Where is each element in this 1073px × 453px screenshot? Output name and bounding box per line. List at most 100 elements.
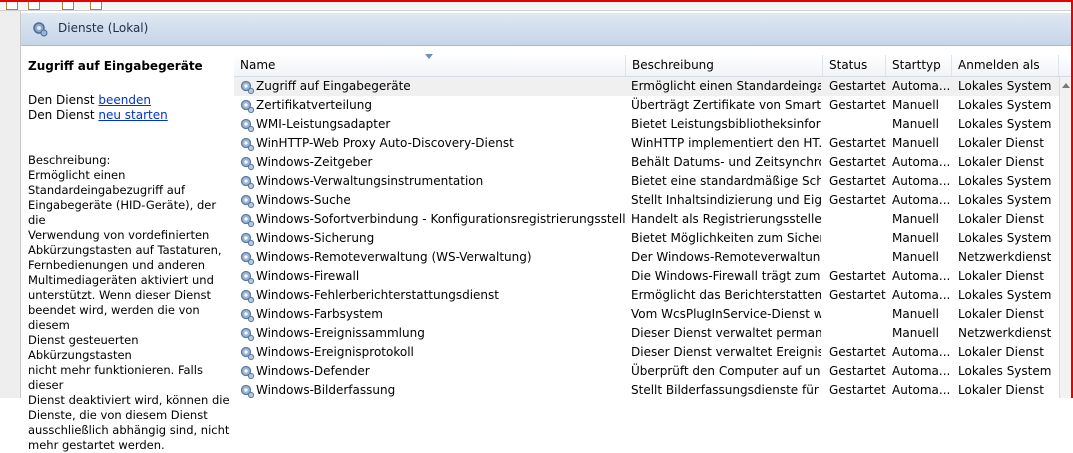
service-logon-as: Lokaler Dienst bbox=[958, 269, 1044, 283]
service-description-cell: Die Windows-Firewall trägt zum S... bbox=[631, 269, 821, 283]
service-logon-as: Netzwerkdienst bbox=[958, 250, 1052, 264]
service-status: Gestartet bbox=[829, 269, 886, 283]
service-gear-icon bbox=[240, 270, 255, 285]
service-description-cell: Der Windows-Remoteverwaltungsd... bbox=[631, 250, 821, 264]
scroll-up-arrow-icon[interactable] bbox=[1062, 83, 1070, 88]
service-description-cell: Ermöglicht das Berichterstatten ü... bbox=[631, 288, 821, 302]
service-row[interactable]: Windows-Verwaltungsinstrumentation Bietet… bbox=[234, 172, 1059, 191]
service-row[interactable]: Zertifikatverteilung Überträgt Zertifikat… bbox=[234, 96, 1059, 115]
column-header-status[interactable]: Status bbox=[823, 55, 886, 76]
restart-prefix: Den Dienst bbox=[28, 108, 99, 122]
service-row[interactable]: Windows-Farbsystem Vom WcsPlugInService-D… bbox=[234, 305, 1059, 324]
service-name: Zugriff auf Eingabegeräte bbox=[256, 79, 411, 93]
service-status: Gestartet bbox=[829, 136, 886, 150]
service-description-cell: Behält Datums- und Zeitsynchro... bbox=[631, 155, 821, 169]
service-description-cell: Stellt Bilderfassungsdienste für Sc... bbox=[631, 383, 821, 397]
service-name: WinHTTP-Web Proxy Auto-Discovery-Dienst bbox=[256, 136, 514, 150]
service-startup-type: Automa... bbox=[892, 345, 951, 359]
services-title: Dienste (Lokal) bbox=[58, 21, 149, 35]
service-name: WMI-Leistungsadapter bbox=[256, 117, 391, 131]
service-gear-icon bbox=[240, 289, 255, 304]
service-status: Gestartet bbox=[829, 345, 886, 359]
service-row[interactable]: Windows-Sicherung Bietet Möglichkeiten zu… bbox=[234, 229, 1059, 248]
console-tree-edge bbox=[0, 11, 21, 398]
service-logon-as: Lokaler Dienst bbox=[958, 345, 1044, 359]
service-name: Windows-Defender bbox=[256, 364, 370, 378]
column-header-logon[interactable]: Anmelden als bbox=[952, 55, 1059, 76]
service-description-cell: Bietet Leistungsbibliotheksinform... bbox=[631, 117, 821, 131]
service-description-cell: Stellt Inhaltsindizierung und Eige... bbox=[631, 193, 821, 207]
service-name: Windows-Bilderfassung bbox=[256, 383, 396, 397]
service-row[interactable]: WinHTTP-Web Proxy Auto-Discovery-Dienst W… bbox=[234, 134, 1059, 153]
service-row[interactable]: Windows-Suche Stellt Inhaltsindizierung u… bbox=[234, 191, 1059, 210]
service-row[interactable]: WMI-Leistungsadapter Bietet Leistungsbibl… bbox=[234, 115, 1059, 134]
service-logon-as: Lokales System bbox=[958, 193, 1052, 207]
sort-arrow-icon bbox=[425, 54, 433, 59]
restart-service-line: Den Dienst neu starten bbox=[28, 108, 168, 123]
toolbar-icon[interactable] bbox=[28, 2, 40, 10]
service-logon-as: Lokaler Dienst bbox=[958, 155, 1044, 169]
service-startup-type: Manuell bbox=[892, 250, 939, 264]
service-name: Windows-Farbsystem bbox=[256, 307, 383, 321]
service-startup-type: Manuell bbox=[892, 212, 939, 226]
service-status: Gestartet bbox=[829, 174, 886, 188]
service-logon-as: Lokaler Dienst bbox=[958, 136, 1044, 150]
service-logon-as: Lokales System bbox=[958, 79, 1052, 93]
service-gear-icon bbox=[240, 137, 255, 152]
service-description-cell: Bietet eine standardmäßige Schni... bbox=[631, 174, 821, 188]
column-header-startup[interactable]: Starttyp bbox=[886, 55, 952, 76]
service-name: Windows-Suche bbox=[256, 193, 351, 207]
service-status: Gestartet bbox=[829, 364, 886, 378]
service-row[interactable]: Windows-Defender Überprüft den Computer a… bbox=[234, 362, 1059, 381]
service-startup-type: Automa... bbox=[892, 383, 951, 397]
service-row[interactable]: Windows-Remoteverwaltung (WS-Verwaltung)… bbox=[234, 248, 1059, 267]
service-name: Windows-Remoteverwaltung (WS-Verwaltung) bbox=[256, 250, 532, 264]
services-gear-icon bbox=[33, 22, 48, 37]
service-row[interactable]: Windows-Ereignisprotokoll Dieser Dienst v… bbox=[234, 343, 1059, 362]
service-row[interactable]: Windows-Fehlerberichterstattungsdienst Er… bbox=[234, 286, 1059, 305]
service-gear-icon bbox=[240, 251, 255, 266]
service-description-cell: WinHTTP implementiert den HT... bbox=[631, 136, 821, 150]
service-gear-icon bbox=[240, 118, 255, 133]
service-logon-as: Lokaler Dienst bbox=[958, 307, 1044, 321]
service-row[interactable]: Windows-Firewall Die Windows-Firewall trä… bbox=[234, 267, 1059, 286]
service-row[interactable]: Windows-Ereignissammlung Dieser Dienst ve… bbox=[234, 324, 1059, 343]
service-status: Gestartet bbox=[829, 383, 886, 397]
service-row[interactable]: Windows-Zeitgeber Behält Datums- und Zeit… bbox=[234, 153, 1059, 172]
stop-service-link[interactable]: beenden bbox=[98, 93, 151, 107]
service-description-cell: Bietet Möglichkeiten zum Sichern... bbox=[631, 231, 821, 245]
service-gear-icon bbox=[240, 175, 255, 190]
service-gear-icon bbox=[240, 80, 255, 95]
service-row[interactable]: Zugriff auf Eingabegeräte Ermöglicht eine… bbox=[234, 77, 1059, 96]
restart-service-link[interactable]: neu starten bbox=[98, 108, 167, 122]
service-status: Gestartet bbox=[829, 98, 886, 112]
service-name: Windows-Sicherung bbox=[256, 231, 375, 245]
service-gear-icon bbox=[240, 346, 255, 361]
service-name: Windows-Verwaltungsinstrumentation bbox=[256, 174, 484, 188]
toolbar-icon[interactable] bbox=[90, 2, 102, 10]
stop-service-line: Den Dienst beenden bbox=[28, 93, 151, 108]
service-status: Gestartet bbox=[829, 155, 886, 169]
service-logon-as: Netzwerkdienst bbox=[958, 326, 1052, 340]
service-name: Windows-Sofortverbindung - Konfiguration… bbox=[256, 212, 626, 226]
service-logon-as: Lokales System bbox=[958, 174, 1052, 188]
service-logon-as: Lokales System bbox=[958, 288, 1052, 302]
service-description-cell: Dieser Dienst verwaltet permanen... bbox=[631, 326, 821, 340]
stop-prefix: Den Dienst bbox=[28, 93, 99, 107]
service-logon-as: Lokaler Dienst bbox=[958, 383, 1044, 397]
service-startup-type: Automa... bbox=[892, 364, 951, 378]
service-gear-icon bbox=[240, 308, 255, 323]
toolbar-icon[interactable] bbox=[62, 2, 74, 10]
column-header-description[interactable]: Beschreibung bbox=[626, 55, 823, 76]
service-row[interactable]: Windows-Bilderfassung Stellt Bilderfassun… bbox=[234, 381, 1059, 398]
service-row[interactable]: Windows-Sofortverbindung - Konfiguration… bbox=[234, 210, 1059, 229]
toolbar-icon[interactable] bbox=[6, 2, 18, 10]
service-name: Windows-Ereignissammlung bbox=[256, 326, 425, 340]
service-description-cell: Ermöglicht einen Standardeingab... bbox=[631, 79, 821, 93]
vertical-scrollbar[interactable] bbox=[1059, 77, 1071, 398]
service-description-cell: Handelt als Registrierungsstelle u... bbox=[631, 212, 821, 226]
toolbar-strip bbox=[0, 2, 1071, 11]
service-gear-icon bbox=[240, 99, 255, 114]
service-startup-type: Manuell bbox=[892, 326, 939, 340]
service-description-cell: Dieser Dienst verwaltet Ereignisse ... bbox=[631, 345, 821, 359]
